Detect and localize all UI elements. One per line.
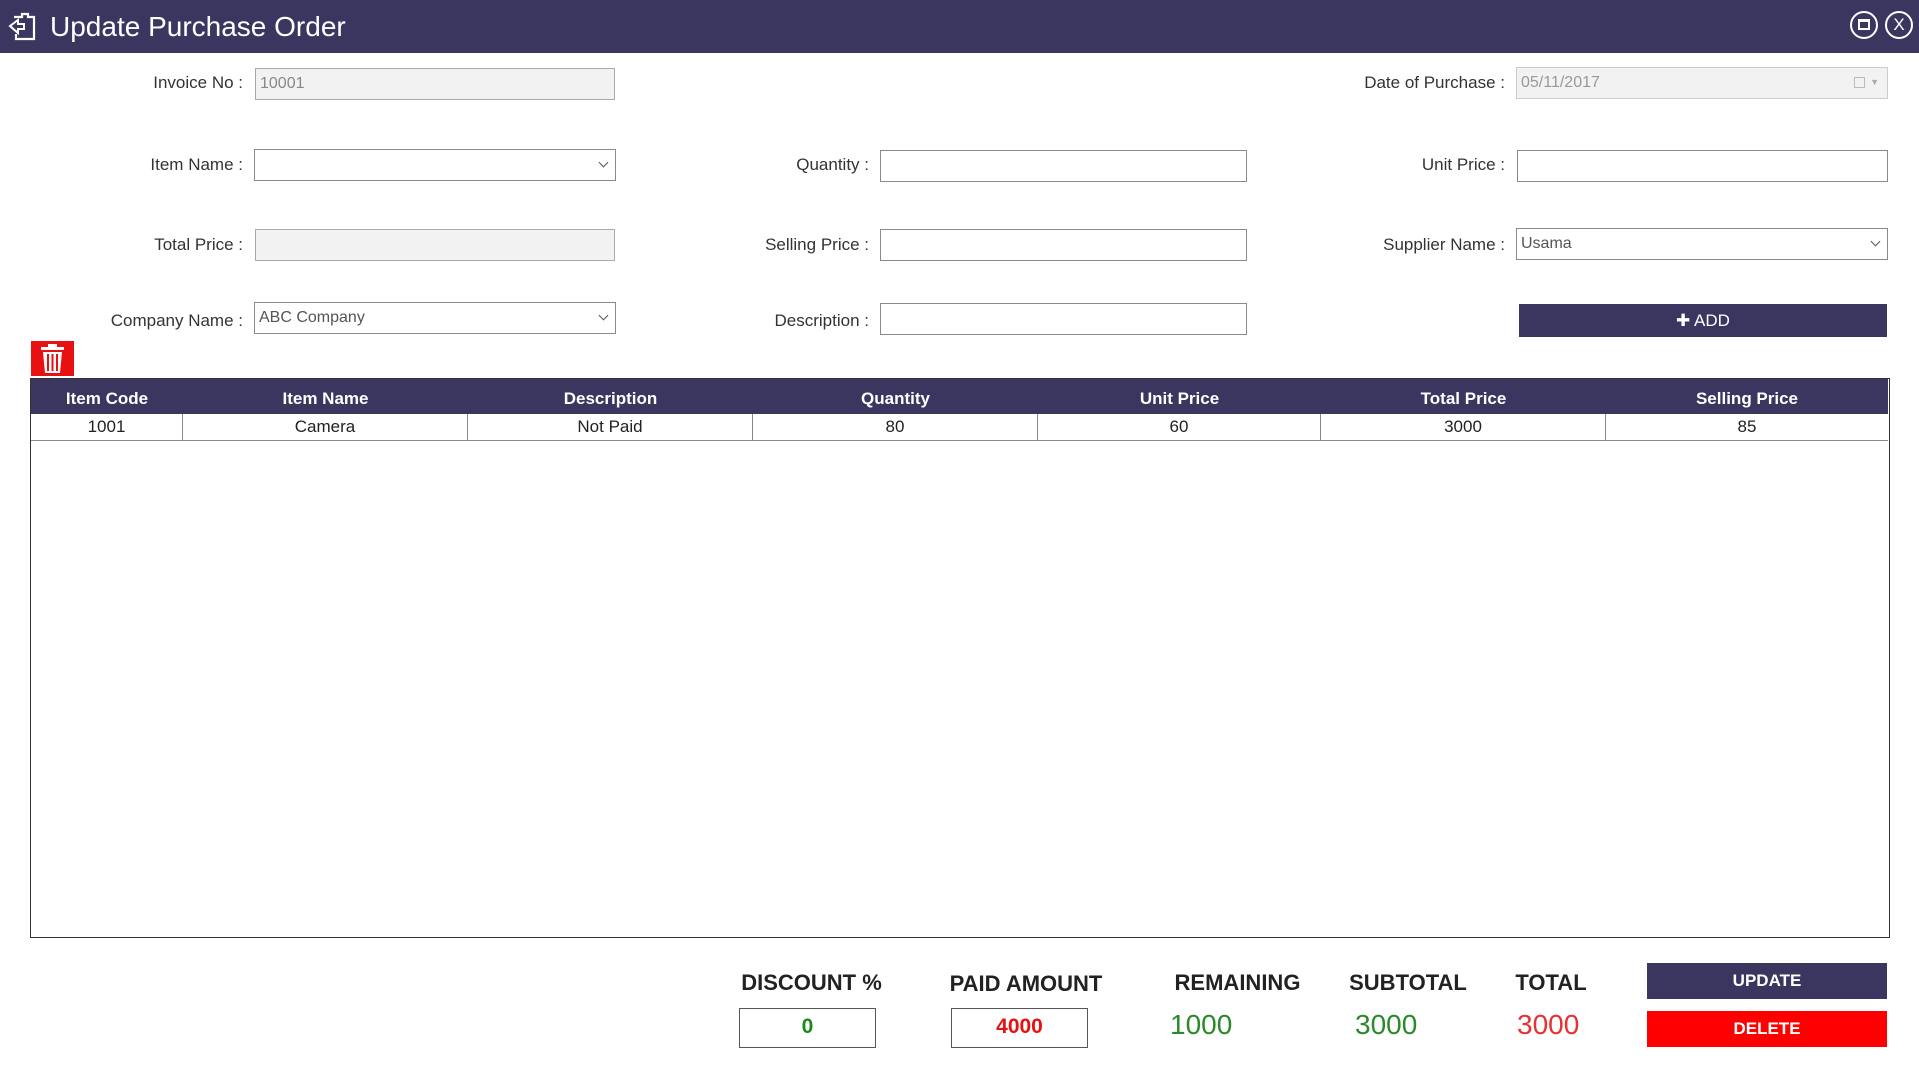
table-row[interactable]: 1001 Camera Not Paid 80 60 3000 85 — [31, 414, 1888, 441]
total-price-label: Total Price : — [154, 235, 243, 254]
cell-quantity[interactable]: 80 — [753, 414, 1038, 440]
unit-price-field[interactable] — [1517, 150, 1888, 182]
clipboard-icon — [8, 12, 36, 41]
supplier-name-combobox[interactable]: Usama — [1516, 228, 1888, 260]
item-name-combobox[interactable] — [254, 149, 616, 181]
column-header-unit-price[interactable]: Unit Price — [1038, 379, 1321, 414]
maximize-icon — [1858, 19, 1870, 30]
date-of-purchase-picker[interactable]: 05/11/2017 ▼ — [1516, 67, 1888, 99]
date-value: 05/11/2017 — [1521, 74, 1600, 91]
subtotal-label: SUBTOTAL — [1349, 970, 1467, 995]
company-name-label: Company Name : — [110, 311, 243, 330]
description-label: Description : — [774, 311, 869, 330]
column-header-total-price[interactable]: Total Price — [1321, 379, 1606, 414]
total-price-field[interactable] — [255, 229, 615, 261]
paid-amount-label: PAID AMOUNT — [949, 971, 1103, 996]
grid-header: Item Code Item Name Description Quantity… — [31, 379, 1888, 414]
column-header-selling-price[interactable]: Selling Price — [1606, 379, 1888, 414]
item-name-label: Item Name : — [150, 155, 243, 174]
discount-label: DISCOUNT % — [741, 970, 882, 995]
window-title: Update Purchase Order — [50, 11, 346, 42]
column-header-description[interactable]: Description — [468, 379, 753, 414]
delete-button[interactable]: DELETE — [1647, 1011, 1887, 1047]
unit-price-label: Unit Price : — [1421, 155, 1505, 174]
company-name-combobox[interactable]: ABC Company — [254, 302, 616, 334]
remaining-label: REMAINING — [1174, 970, 1301, 995]
trash-icon — [41, 344, 64, 373]
chevron-down-icon: ▼ — [1870, 77, 1879, 87]
quantity-field[interactable] — [880, 150, 1247, 182]
cell-selling-price[interactable]: 85 — [1606, 414, 1888, 440]
trash-button[interactable] — [31, 341, 74, 376]
selling-price-field[interactable] — [880, 229, 1247, 261]
cell-total-price[interactable]: 3000 — [1321, 414, 1606, 440]
items-grid[interactable]: Item Code Item Name Description Quantity… — [30, 378, 1890, 938]
invoice-no-field[interactable]: 10001 — [255, 68, 615, 100]
cell-item-code[interactable]: 1001 — [31, 414, 183, 440]
selling-price-label: Selling Price : — [765, 235, 869, 254]
maximize-button[interactable] — [1850, 11, 1878, 39]
supplier-name-label: Supplier Name : — [1383, 235, 1505, 254]
calendar-icon[interactable] — [1854, 77, 1865, 88]
invoice-no-label: Invoice No : — [153, 73, 243, 92]
column-header-item-code[interactable]: Item Code — [31, 379, 183, 414]
update-button[interactable]: UPDATE — [1647, 963, 1887, 999]
column-header-item-name[interactable]: Item Name — [183, 379, 468, 414]
discount-field[interactable]: 0 — [739, 1008, 876, 1048]
total-value: 3000 — [1517, 1009, 1580, 1040]
subtotal-value: 3000 — [1355, 1009, 1418, 1040]
remaining-value: 1000 — [1170, 1009, 1233, 1040]
close-button[interactable]: X — [1885, 11, 1913, 39]
add-button[interactable]: ✚ ADD — [1519, 304, 1887, 337]
title-bar: Update Purchase Order X — [0, 0, 1919, 53]
cell-unit-price[interactable]: 60 — [1038, 414, 1321, 440]
date-of-purchase-label: Date of Purchase : — [1364, 73, 1505, 92]
paid-amount-field[interactable]: 4000 — [951, 1008, 1088, 1048]
description-field[interactable] — [880, 303, 1247, 335]
quantity-label: Quantity : — [796, 155, 869, 174]
cell-description[interactable]: Not Paid — [468, 414, 753, 440]
column-header-quantity[interactable]: Quantity — [753, 379, 1038, 414]
total-label: TOTAL — [1515, 970, 1587, 995]
cell-item-name[interactable]: Camera — [183, 414, 468, 440]
